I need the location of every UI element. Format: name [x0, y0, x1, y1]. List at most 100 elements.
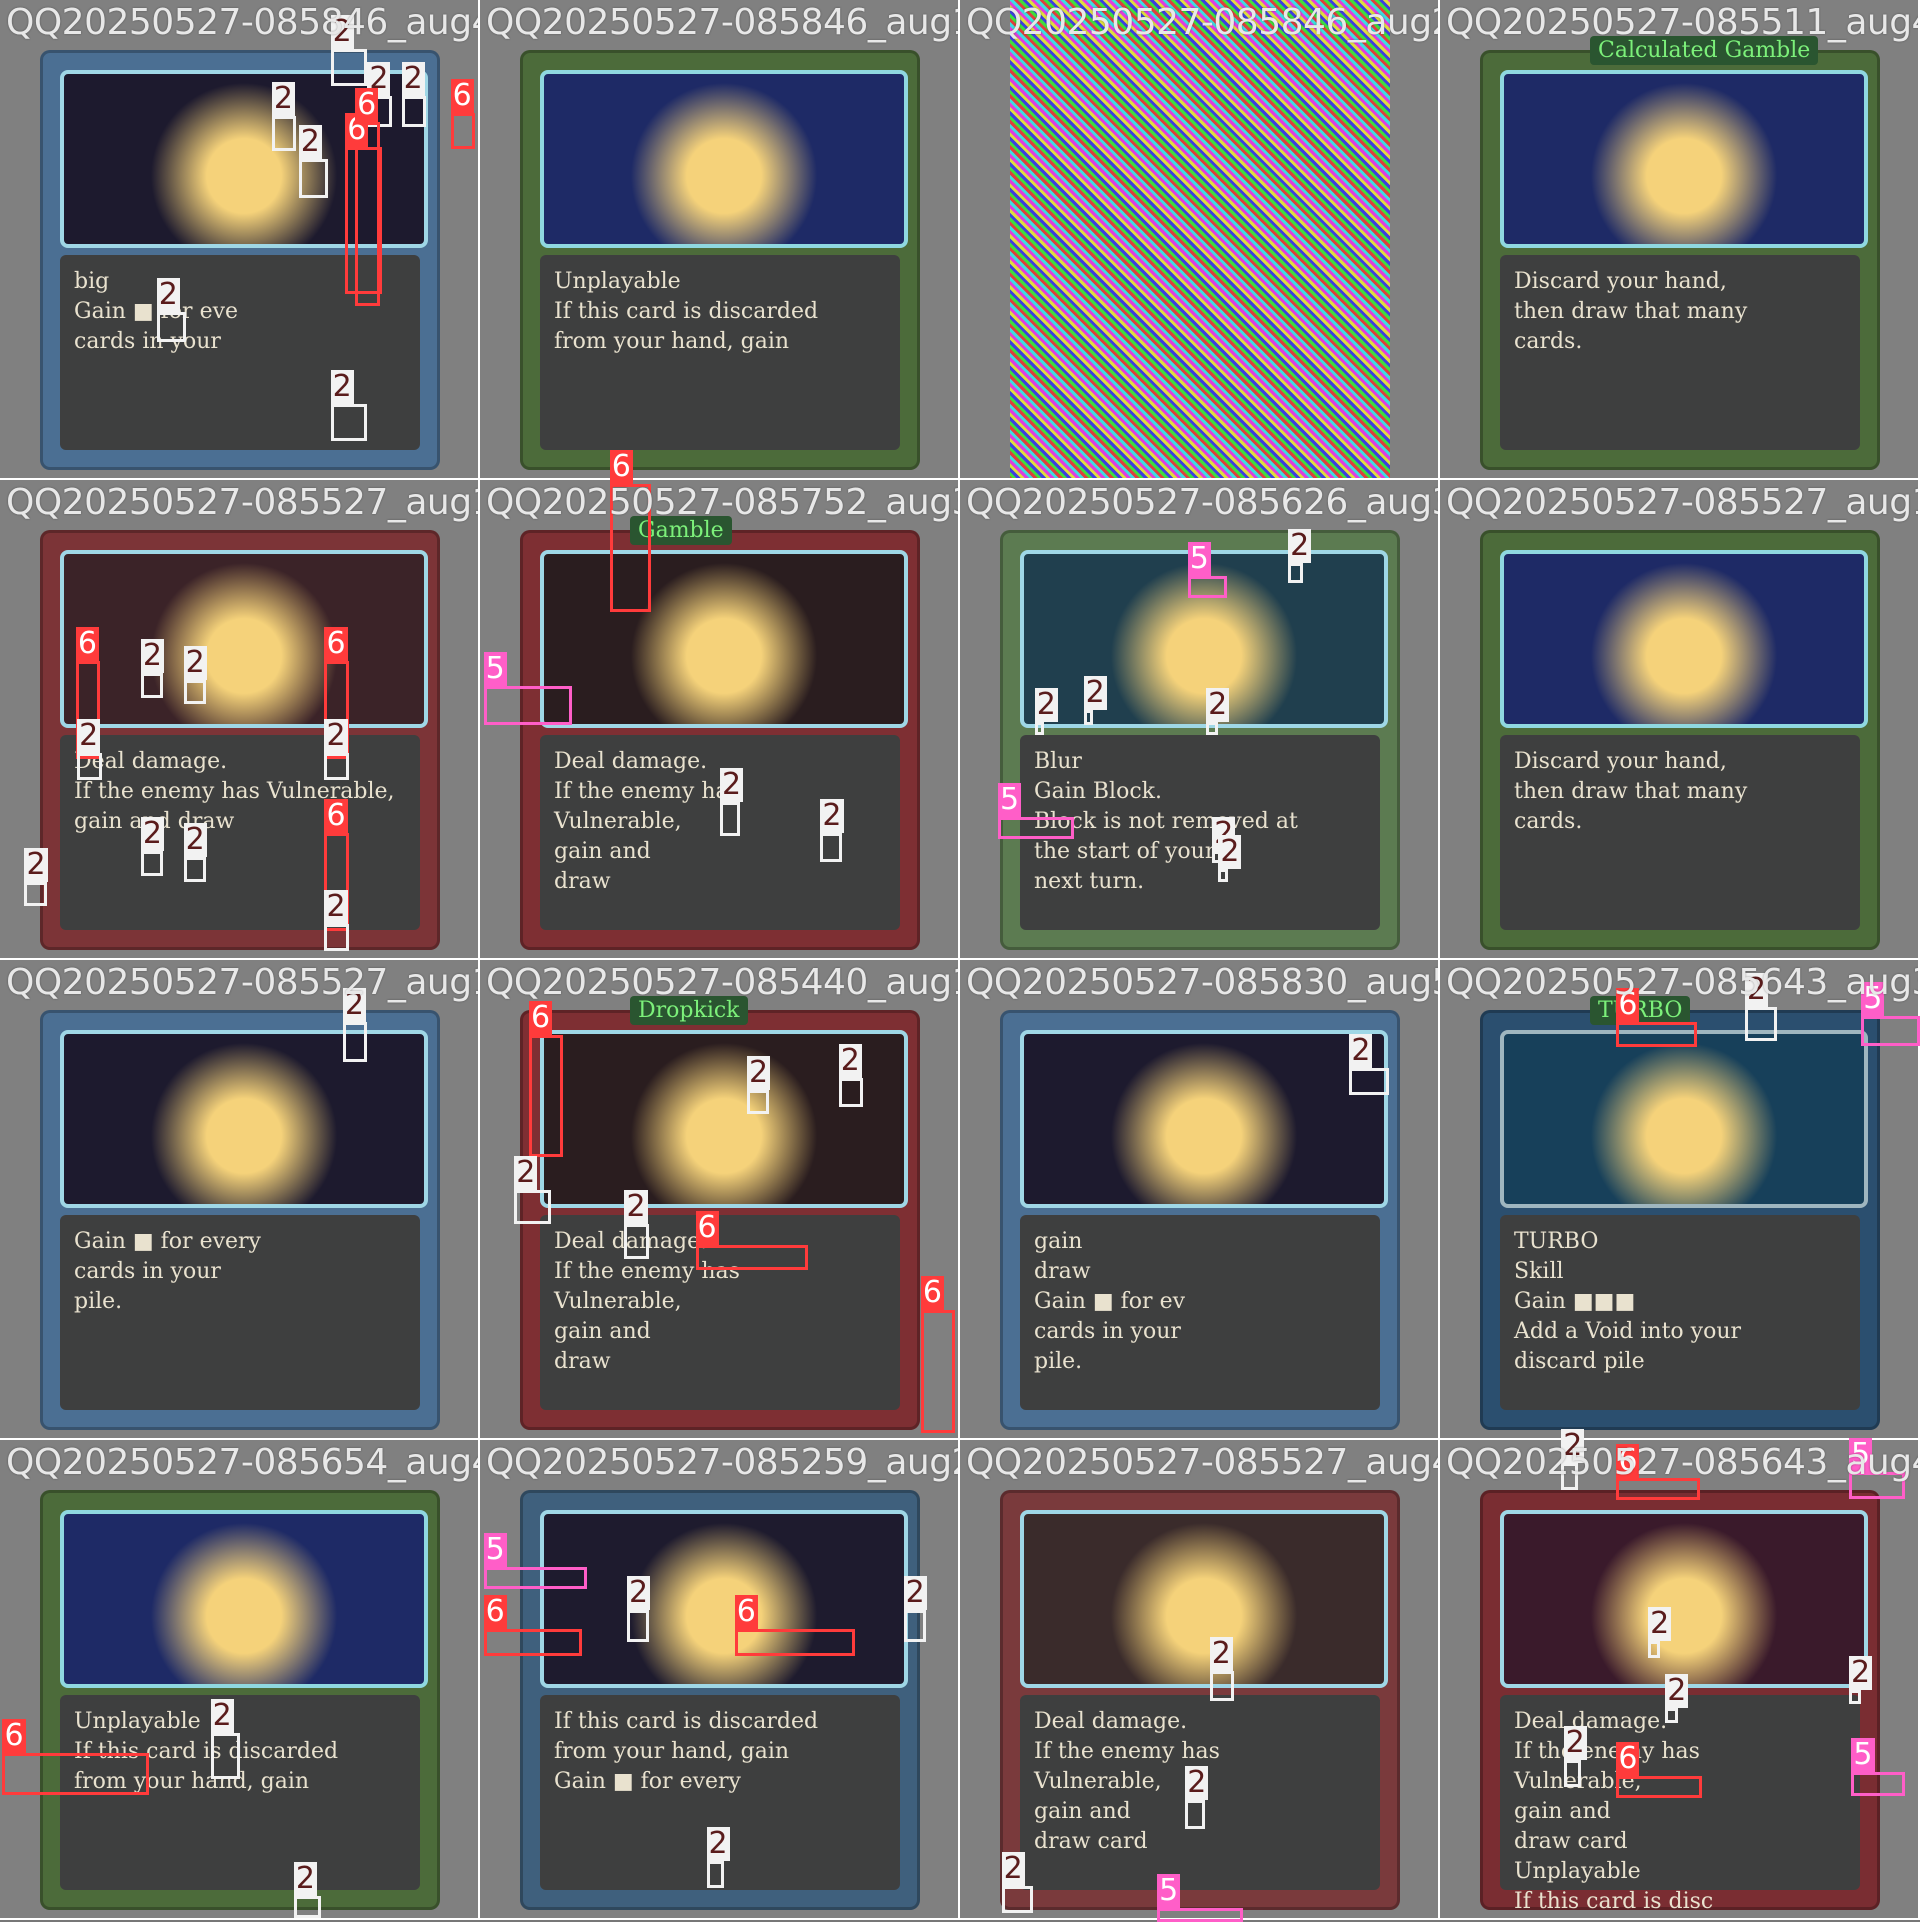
bbox-label-2: [626, 1610, 649, 1643]
card-text-line: draw: [554, 869, 611, 894]
bbox-class-tag: 2: [626, 1575, 651, 1611]
card-text-line: pile.: [74, 1289, 123, 1314]
card-text-line: from your hand, gain: [554, 329, 790, 354]
bbox-class-tag: 6: [609, 448, 633, 484]
bbox-class-tag: 6: [920, 1275, 944, 1311]
bbox-label-2: [324, 753, 349, 780]
bbox-class-tag: 2: [720, 767, 744, 803]
card-description-box: Unplayable If this card is discarded from …: [540, 255, 900, 450]
bbox-label-2: [720, 802, 740, 837]
mosaic-tile: Discard your hand, then draw that many car…: [1440, 480, 1920, 960]
card-text-line: Gain ■ for every: [554, 1769, 741, 1794]
bbox-label-2: [330, 48, 368, 86]
bbox-class-tag: 2: [1206, 687, 1230, 723]
bbox-label-2: [746, 1089, 769, 1115]
bbox-label-2: [293, 1895, 321, 1918]
bbox-label-2: [298, 159, 329, 199]
card-description-box: TURBO Skill Gain ■■■ Add a Void into your di…: [1500, 1215, 1860, 1410]
card-text-line: If the enemy has: [1034, 1739, 1220, 1764]
bbox-label-6: [920, 1310, 956, 1433]
bbox-class-tag: 2: [140, 816, 164, 852]
bbox-class-tag: 6: [355, 87, 379, 123]
card-text-line: If this card is discarded: [554, 1709, 819, 1734]
mosaic-tile: gain draw Gain ■ for ev cards in your pile. Q…: [960, 960, 1440, 1440]
bbox-class-tag: 2: [514, 1155, 538, 1191]
card-text-line: Discard your hand,: [1514, 269, 1727, 294]
bbox-class-tag: 6: [1616, 1740, 1640, 1776]
bbox-label-2: [271, 116, 297, 151]
card-artwork: [540, 70, 908, 248]
mosaic-tile: Unplayable If this card is discarded from …: [0, 1440, 480, 1920]
card-text-line: Gain Block.: [1034, 779, 1162, 804]
bbox-label-2: [838, 1077, 864, 1107]
tile-filename: QQ20250527-085830_aug5.png: [966, 962, 1438, 1003]
card-text-line: gain and: [554, 1319, 651, 1344]
card-text-line: If this card is disc: [1514, 1889, 1714, 1914]
card-text-line: pile.: [1034, 1349, 1083, 1374]
tile-filename: QQ20250527-085626_aug3.png: [966, 482, 1438, 523]
game-card: TURBO Skill Gain ■■■ Add a Void into your di…: [1480, 996, 1880, 1430]
card-text-line: If this card is discarded: [554, 299, 819, 324]
bbox-class-tag: 6: [2, 1718, 26, 1754]
bbox-label-2: [324, 924, 349, 952]
bbox-class-tag: 2: [401, 60, 425, 96]
card-text-line: Discard your hand,: [1514, 749, 1727, 774]
bbox-label-2: [1206, 722, 1219, 735]
bbox-label-2: [342, 1022, 368, 1062]
bbox-class-tag: 2: [838, 1042, 862, 1078]
bbox-class-tag: 2: [293, 1860, 317, 1896]
bbox-label-2: [624, 1224, 649, 1259]
bbox-class-tag: 6: [695, 1210, 719, 1246]
tile-filename: QQ20250527-085846_aug1.png: [486, 2, 958, 43]
bbox-label-2: [820, 832, 843, 863]
card-text-line: next turn.: [1034, 869, 1145, 894]
tile-filename: QQ20250527-085846_aug4.png: [6, 2, 478, 43]
bbox-label-2: [1185, 1800, 1205, 1830]
card-text-line: cards in your: [74, 329, 221, 354]
game-card: Unplayable If this card is discarded from …: [520, 50, 920, 470]
card-artwork: [60, 550, 428, 728]
card-artwork: [540, 550, 908, 728]
bbox-class-tag: 5: [1187, 540, 1211, 576]
tile-filename: QQ20250527-085752_aug3.png: [486, 482, 958, 523]
bbox-label-2: [1209, 1671, 1235, 1701]
bbox-class-tag: 5: [483, 1532, 507, 1568]
tile-filename: QQ20250527-085259_aug2.png: [486, 1442, 958, 1483]
game-card: Deal damage. If the enemy has Vulnerable, g…: [1000, 1490, 1400, 1910]
bbox-class-tag: 2: [1349, 1032, 1373, 1068]
card-artwork: [60, 1510, 428, 1688]
card-text-line: draw card: [1514, 1829, 1628, 1854]
bbox-label-2: [183, 679, 206, 705]
game-card: Discard your hand, then draw that many car…: [1480, 36, 1880, 470]
card-artwork: [1500, 1510, 1868, 1688]
tile-filename: QQ20250527-085643_aug4.png: [1446, 1442, 1918, 1483]
card-description-box: Blur Gain Block. Block is not removed at th…: [1020, 735, 1380, 930]
bbox-class-tag: 2: [324, 718, 348, 754]
bbox-label-2: [1034, 722, 1045, 735]
card-text-line: gain and: [1034, 1799, 1131, 1824]
card-text-line: Unplayable: [1514, 1859, 1641, 1884]
card-description-box: gain draw Gain ■ for ev cards in your pile.: [1020, 1215, 1380, 1410]
card-text-line: Deal damage.: [1514, 1709, 1668, 1734]
card-text-line: then draw that many: [1514, 299, 1748, 324]
bbox-class-tag: 6: [734, 1593, 758, 1629]
game-card: Unplayable If this card is discarded from …: [40, 1490, 440, 1910]
tile-filename: QQ20250527-085654_aug4.png: [6, 1442, 478, 1483]
bbox-label-6: [450, 112, 476, 150]
card-text-line: Gain ■ for ev: [1034, 1289, 1186, 1314]
bbox-label-6: [2, 1753, 150, 1796]
card-text-line: cards.: [1514, 809, 1583, 834]
bbox-label-2: [401, 95, 427, 128]
card-text-line: cards in your: [1034, 1319, 1181, 1344]
mosaic-tile: QQ20250527-085846_aug2.png: [960, 0, 1440, 480]
card-text-line: Skill: [1514, 1259, 1564, 1284]
card-text-line: Unplayable: [74, 1709, 201, 1734]
bbox-class-tag: 2: [298, 124, 322, 160]
card-text-line: the start of your: [1034, 839, 1216, 864]
tile-filename: QQ20250527-085527_aug4.png: [966, 1442, 1438, 1483]
tile-filename: QQ20250527-085527_aug1.png: [6, 962, 478, 1003]
bbox-label-2: [24, 881, 47, 907]
bbox-class-tag: 5: [997, 781, 1022, 817]
bbox-class-tag: 2: [24, 846, 48, 882]
card-text-line: Blur: [1034, 749, 1082, 774]
